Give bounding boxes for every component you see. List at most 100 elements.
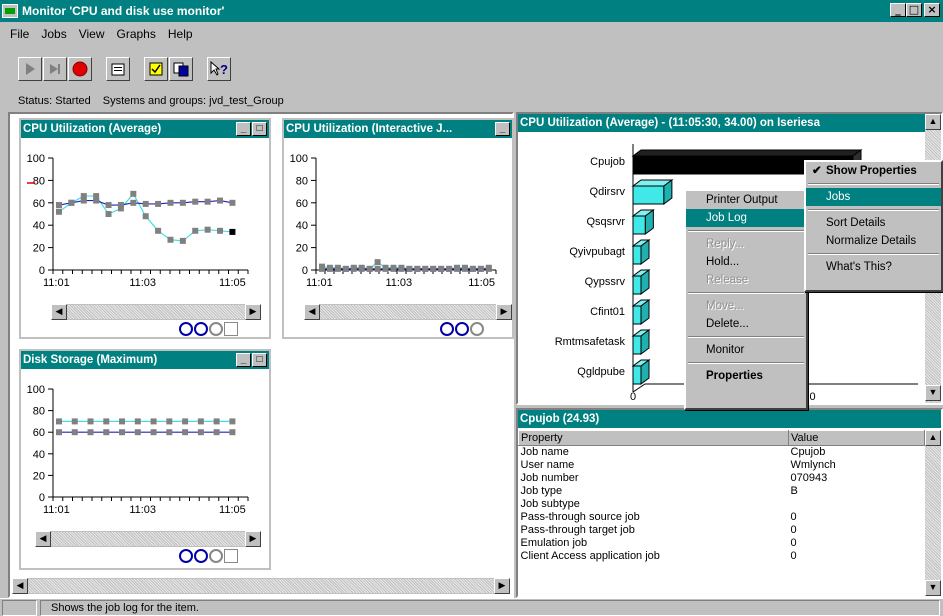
- menu-sort-details[interactable]: Sort Details: [806, 214, 941, 232]
- copy-button[interactable]: [169, 57, 193, 81]
- disk-storage-chart[interactable]: 100 80 60 40 20 011:01 11:03 11:05: [21, 371, 269, 531]
- category-label: Cfint01: [590, 306, 625, 318]
- cpu-interactive-scrollbar[interactable]: ◀ ▶: [304, 304, 512, 320]
- property-row[interactable]: Emulation job 0: [519, 537, 925, 550]
- close-button[interactable]: ×: [924, 3, 940, 17]
- scroll-down-button[interactable]: ▼: [925, 580, 941, 596]
- menu-whats-this[interactable]: What's This?: [806, 258, 941, 276]
- menu-delete[interactable]: Delete...: [686, 315, 806, 333]
- property-row[interactable]: Pass-through target job 0: [519, 524, 925, 537]
- property-name: Job name: [520, 446, 569, 458]
- cpu-interactive-graph-window[interactable]: CPU Utilization (Interactive J... _ 100 8…: [282, 118, 514, 339]
- scroll-down-button[interactable]: ▼: [925, 385, 941, 401]
- menu-jobs[interactable]: Jobs: [806, 188, 941, 206]
- graph-area-scrollbar[interactable]: ◀ ▶: [12, 578, 510, 594]
- menu-hold[interactable]: Hold...: [686, 253, 806, 271]
- zoom-reset-icon[interactable]: [209, 322, 223, 336]
- restart-button[interactable]: [43, 57, 67, 81]
- property-row[interactable]: Pass-through source job 0: [519, 511, 925, 524]
- cpu-interactive-zoom-controls: [440, 322, 485, 338]
- scroll-left-button[interactable]: ◀: [12, 578, 28, 594]
- property-row[interactable]: Job type B: [519, 485, 925, 498]
- data-point: [414, 265, 421, 272]
- value-column-header[interactable]: Value: [788, 430, 925, 446]
- disk-storage-minimize[interactable]: _: [236, 353, 251, 367]
- y-tick-label: 0: [39, 265, 45, 277]
- menu-show-properties[interactable]: ✔ Show Properties: [806, 162, 941, 180]
- zoom-in-icon[interactable]: [179, 549, 193, 563]
- data-point: [469, 265, 476, 272]
- disk-storage-scrollbar[interactable]: ◀ ▶: [35, 531, 261, 547]
- properties-title: Cpujob (24.93): [520, 413, 600, 425]
- scroll-left-button[interactable]: ◀: [304, 304, 320, 320]
- whats-this-button[interactable]: ?: [207, 57, 231, 81]
- zoom-out-icon[interactable]: [194, 322, 208, 336]
- cpu-average-graph-window[interactable]: CPU Utilization (Average) _ □ 100 80 60 40 20…: [19, 118, 271, 339]
- menu-normalize-details[interactable]: Normalize Details: [806, 232, 941, 250]
- menu-move[interactable]: Move...: [686, 297, 806, 315]
- menu-monitor[interactable]: Monitor: [686, 341, 806, 359]
- property-row[interactable]: Job number 070943: [519, 472, 925, 485]
- menu-help[interactable]: Help: [162, 27, 199, 41]
- zoom-in-icon[interactable]: [440, 322, 454, 336]
- disk-storage-title-bar[interactable]: Disk Storage (Maximum) _ □: [21, 351, 269, 369]
- checklist-button[interactable]: [144, 57, 168, 81]
- disk-storage-maximize[interactable]: □: [252, 353, 267, 367]
- property-row[interactable]: Job subtype: [519, 498, 925, 511]
- legend-dropdown-icon[interactable]: [224, 322, 238, 336]
- zoom-reset-icon[interactable]: [209, 549, 223, 563]
- menu-properties[interactable]: Properties: [686, 367, 806, 385]
- cpu-interactive-minimize[interactable]: _: [495, 122, 510, 136]
- scroll-right-button[interactable]: ▶: [245, 304, 261, 320]
- menu-job-log[interactable]: Job Log: [686, 209, 806, 227]
- scroll-right-button[interactable]: ▶: [245, 531, 261, 547]
- properties-button[interactable]: [106, 57, 130, 81]
- cpu-average-title: CPU Utilization (Average): [23, 123, 162, 135]
- menu-jobs[interactable]: Jobs: [35, 27, 72, 41]
- property-row[interactable]: Job name Cpujob: [519, 446, 925, 460]
- data-point: [182, 418, 189, 425]
- cpu-interactive-title-bar[interactable]: CPU Utilization (Interactive J... _: [284, 120, 512, 138]
- menu-printer-output[interactable]: Printer Output: [686, 191, 806, 209]
- systems-groups: Systems and groups: jvd_test_Group: [102, 95, 284, 107]
- scroll-left-button[interactable]: ◀: [35, 531, 51, 547]
- disk-storage-graph-window[interactable]: Disk Storage (Maximum) _ □ 100 80 60 40 20 0 11…: [19, 349, 271, 570]
- data-point: [204, 198, 211, 205]
- scroll-left-button[interactable]: ◀: [51, 304, 67, 320]
- menu-file[interactable]: File: [4, 27, 35, 41]
- cpu-average-title-bar[interactable]: CPU Utilization (Average) _ □: [21, 120, 269, 138]
- x-tick-label: 11:05: [219, 504, 246, 516]
- data-point: [119, 418, 126, 425]
- start-button[interactable]: [18, 57, 42, 81]
- scroll-up-button[interactable]: ▲: [925, 430, 941, 446]
- title-bar[interactable]: Monitor 'CPU and disk use monitor' _ □ ×: [0, 0, 943, 22]
- scroll-right-button[interactable]: ▶: [494, 578, 510, 594]
- stop-button[interactable]: [68, 57, 92, 81]
- data-point: [117, 202, 124, 209]
- property-row[interactable]: User name Wmlynch: [519, 459, 925, 472]
- property-column-header[interactable]: Property: [518, 430, 789, 446]
- scroll-up-button[interactable]: ▲: [925, 114, 941, 130]
- zoom-out-icon[interactable]: [194, 549, 208, 563]
- menu-graphs[interactable]: Graphs: [111, 27, 162, 41]
- property-name: User name: [520, 459, 575, 471]
- menu-release[interactable]: Release: [686, 271, 806, 289]
- cpu-average-minimize[interactable]: _: [236, 122, 251, 136]
- property-value: Cpujob: [790, 446, 826, 458]
- menu-reply[interactable]: Reply...: [686, 235, 806, 253]
- properties-vscroll[interactable]: ▲ ▼: [925, 430, 941, 596]
- maximize-button[interactable]: □: [906, 3, 922, 17]
- property-row[interactable]: Client Access application job 0: [519, 550, 925, 563]
- scroll-right-button[interactable]: ▶: [496, 304, 512, 320]
- menu-view[interactable]: View: [73, 27, 111, 41]
- cpu-interactive-chart[interactable]: 100 80 60 40 20 011:01 11:03 11:05: [284, 140, 512, 300]
- zoom-out-icon[interactable]: [455, 322, 469, 336]
- cpu-average-maximize[interactable]: □: [252, 122, 267, 136]
- legend-dropdown-icon[interactable]: [224, 549, 238, 563]
- minimize-button[interactable]: _: [890, 3, 906, 17]
- property-name: Emulation job: [520, 537, 588, 549]
- zoom-in-icon[interactable]: [179, 322, 193, 336]
- cpu-average-scrollbar[interactable]: ◀ ▶: [51, 304, 261, 320]
- cpu-average-chart[interactable]: 100 80 60 40 20 011:01 11:03 11:05: [21, 140, 269, 300]
- zoom-reset-icon[interactable]: [470, 322, 484, 336]
